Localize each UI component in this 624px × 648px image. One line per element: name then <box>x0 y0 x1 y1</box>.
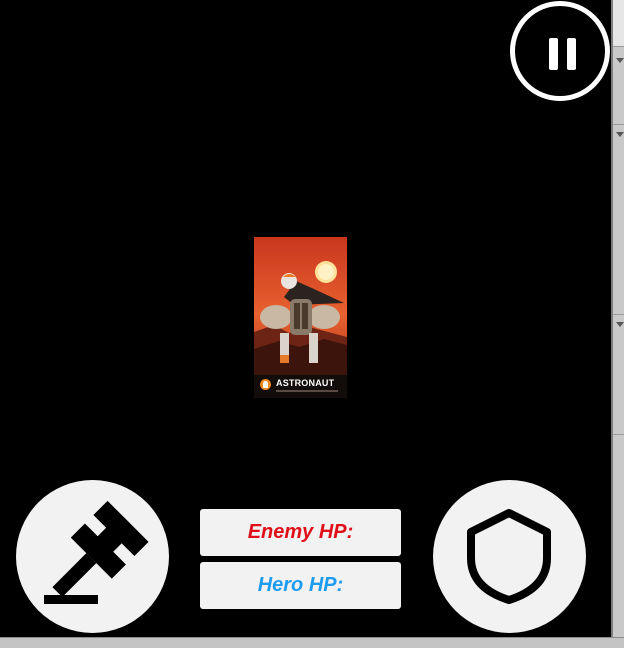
enemy-hp-label: Enemy HP: <box>200 509 401 556</box>
hero-hp-label: Hero HP: <box>200 562 401 609</box>
character-art <box>254 237 347 377</box>
side-divider <box>613 46 624 47</box>
bottom-bar <box>0 637 624 648</box>
character-card[interactable]: ASTRONAUT <box>254 237 347 398</box>
chevron-down-icon[interactable] <box>616 322 624 327</box>
game-stage: ASTRONAUT Enemy HP: Hero HP: <box>0 0 611 637</box>
side-divider <box>613 124 624 125</box>
shield-icon <box>467 509 551 604</box>
attack-button[interactable] <box>16 480 169 633</box>
defend-button[interactable] <box>433 480 586 633</box>
side-divider <box>613 434 624 435</box>
side-divider <box>613 314 624 315</box>
side-panel-header <box>613 0 624 46</box>
card-subtitle-line <box>276 390 338 392</box>
gavel-icon <box>44 500 149 604</box>
side-panel <box>611 0 624 648</box>
card-label: ASTRONAUT <box>254 375 347 398</box>
astronaut-badge-icon <box>260 379 271 390</box>
character-name: ASTRONAUT <box>276 378 335 388</box>
chevron-down-icon[interactable] <box>616 58 624 63</box>
pause-button[interactable] <box>510 1 610 101</box>
chevron-down-icon[interactable] <box>616 132 624 137</box>
